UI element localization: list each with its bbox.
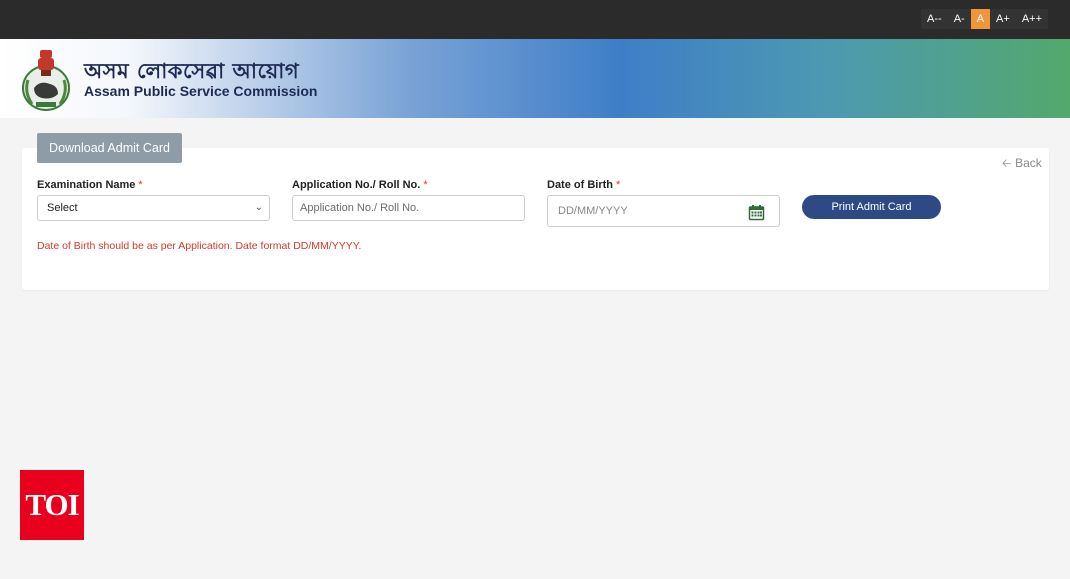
chevron-down-icon: ⌄: [254, 202, 263, 213]
calendar-button[interactable]: [733, 195, 780, 227]
top-bar: A-- A- A A+ A++: [0, 0, 1070, 39]
required-marker: *: [138, 179, 143, 191]
font-size-largest-button[interactable]: A++: [1016, 9, 1048, 29]
application-number-label: Application No./ Roll No. *: [292, 179, 428, 191]
font-size-normal-button[interactable]: A: [970, 9, 991, 29]
application-number-input[interactable]: Application No./ Roll No.: [292, 195, 525, 221]
font-size-larger-button[interactable]: A+: [990, 9, 1016, 29]
download-admit-card-tab[interactable]: Download Admit Card: [37, 133, 182, 163]
calendar-icon: [748, 205, 765, 221]
back-link[interactable]: 🡠 Back: [1002, 154, 1042, 175]
font-size-smaller-button[interactable]: A-: [948, 9, 971, 29]
examination-name-label-text: Examination Name: [37, 179, 136, 191]
examination-name-value: Select: [47, 202, 78, 214]
date-format-note: Date of Birth should be as per Applicati…: [37, 240, 362, 252]
required-marker: *: [423, 179, 428, 191]
examination-name-select[interactable]: Select ⌄: [37, 195, 270, 221]
print-admit-card-button[interactable]: Print Admit Card: [802, 195, 941, 219]
font-size-controls: A-- A- A A+ A++: [921, 9, 1048, 29]
toi-watermark: TOI: [20, 470, 84, 540]
application-number-label-text: Application No./ Roll No.: [292, 179, 421, 191]
site-header: অসম লোকসেৱা আয়োগ Assam Public Service C…: [0, 39, 1070, 118]
date-of-birth-label-text: Date of Birth: [547, 179, 613, 191]
required-marker: *: [616, 179, 621, 191]
arrow-left-icon: 🡠: [1002, 156, 1012, 170]
back-label: Back: [1015, 156, 1042, 170]
font-size-smallest-button[interactable]: A--: [921, 9, 948, 29]
date-of-birth-label: Date of Birth *: [547, 179, 620, 191]
date-of-birth-input[interactable]: DD/MM/YYYY: [547, 195, 734, 227]
examination-name-label: Examination Name *: [37, 179, 143, 191]
apsc-emblem-icon: [22, 50, 70, 111]
header-title-english: Assam Public Service Commission: [84, 83, 318, 99]
